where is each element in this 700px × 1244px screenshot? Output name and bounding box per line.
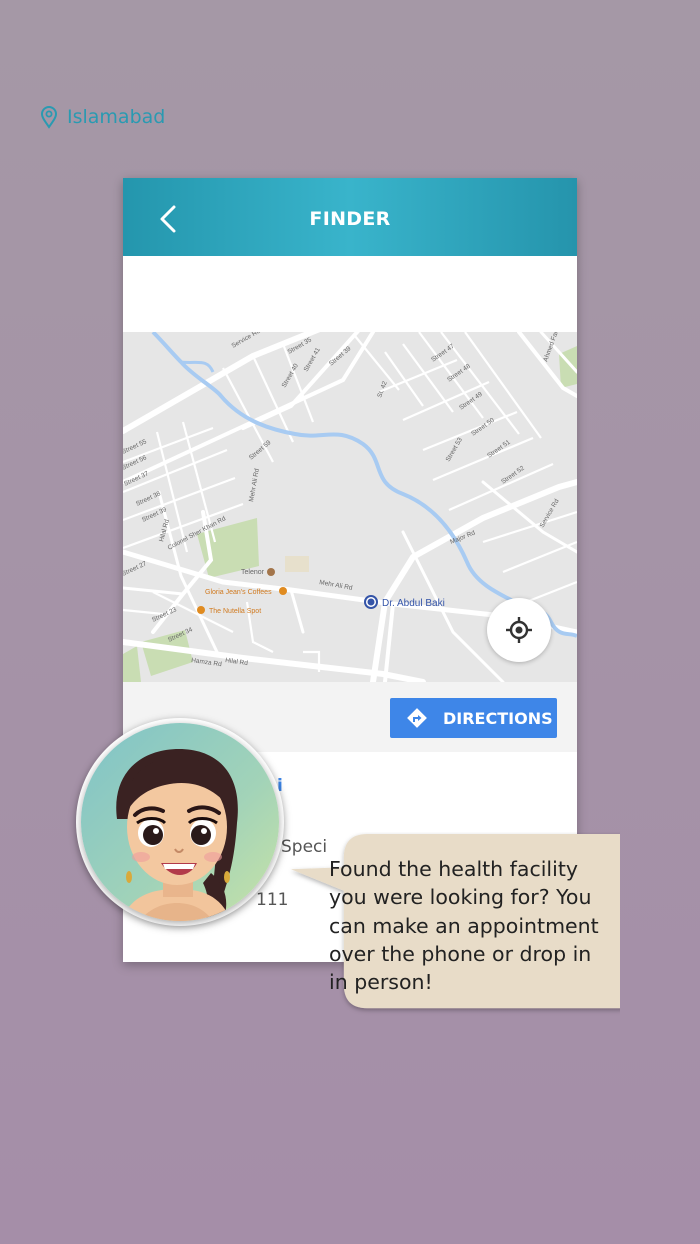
speech-line-3: can make an appointment [329, 913, 599, 938]
directions-label: DIRECTIONS [443, 709, 553, 728]
location-row[interactable] [123, 256, 577, 332]
place-label-telenor[interactable]: Telenor [241, 569, 265, 576]
speech-line-5: in person! [329, 970, 433, 995]
locate-me-button[interactable] [487, 598, 551, 662]
speech-bubble-text: Found the health facility you were looki… [329, 855, 609, 996]
gps-crosshair-icon [506, 617, 532, 643]
location-text[interactable]: Islamabad [67, 106, 165, 128]
place-label-gloria-jeans[interactable]: Gloria Jean's Coffees [205, 589, 272, 596]
speech-line-2: you were looking for? You [329, 885, 592, 910]
speech-line-1: Found the health facility [329, 857, 578, 881]
page-title: FINDER [309, 208, 391, 230]
place-label-dr-abdul-baki[interactable]: Dr. Abdul Baki [382, 598, 445, 609]
location-pin-icon [40, 106, 58, 129]
place-label-nutella-spot[interactable]: The Nutella Spot [209, 608, 261, 615]
speech-line-4: over the phone or drop in [329, 941, 592, 966]
directions-button[interactable]: DIRECTIONS [390, 698, 557, 738]
turn-right-arrow-icon [407, 708, 427, 728]
app-header: FINDER [123, 178, 577, 256]
